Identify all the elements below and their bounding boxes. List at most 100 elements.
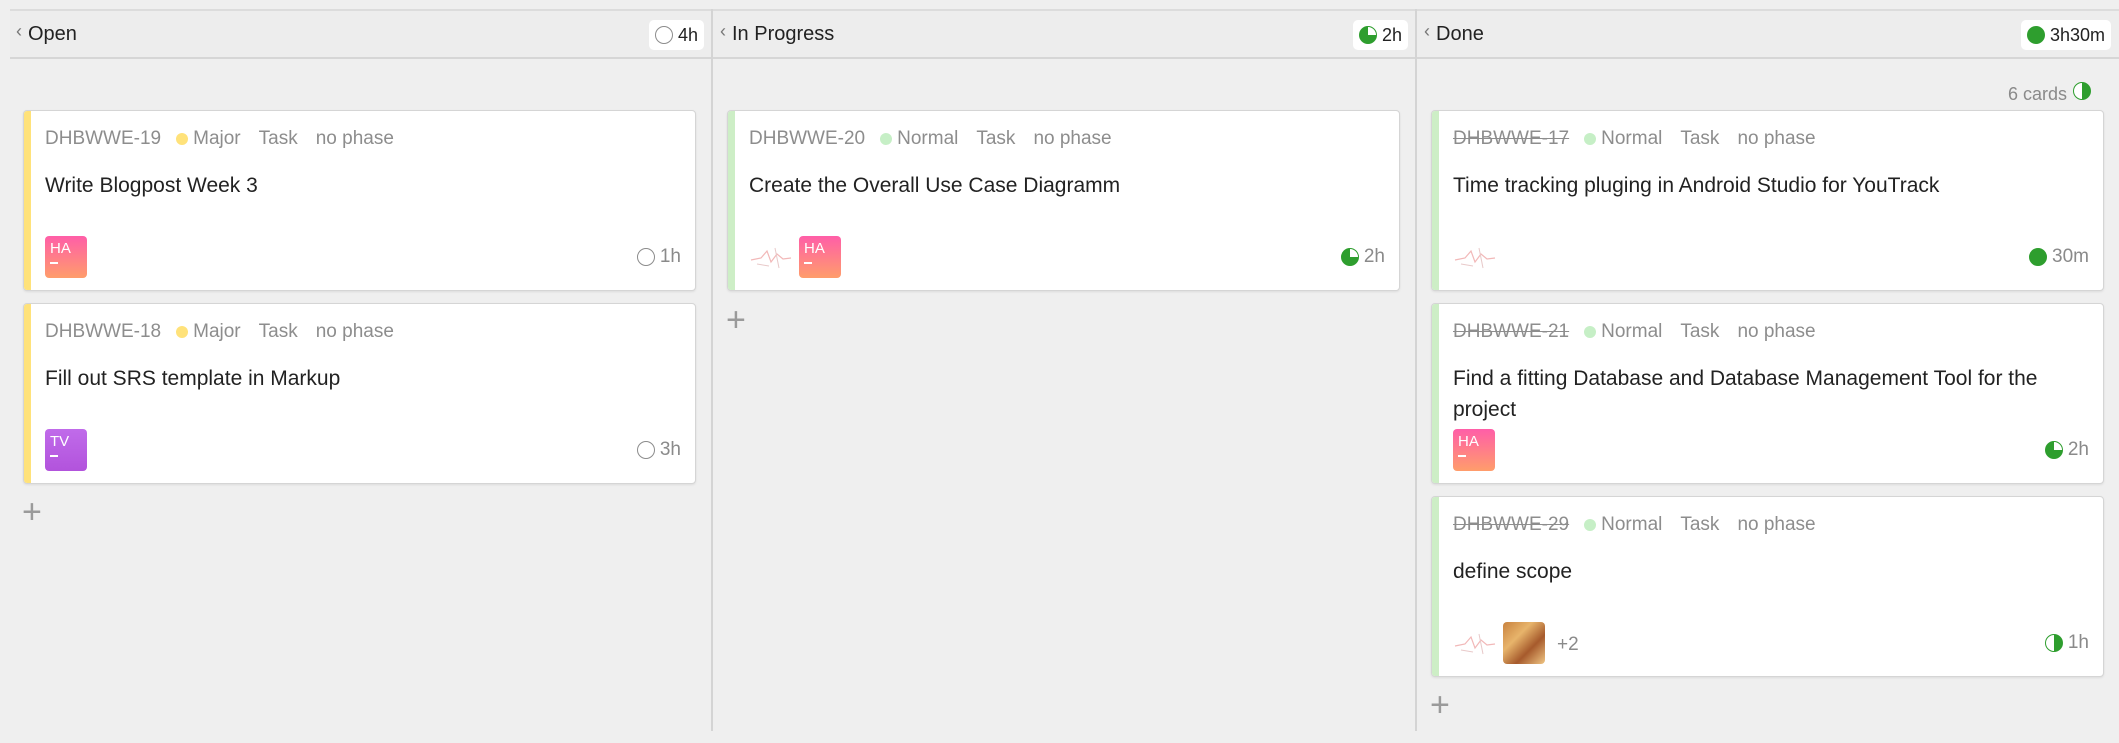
time-value: 1h	[659, 246, 681, 267]
priority-label[interactable]: Normal	[897, 128, 958, 150]
pie-full-icon	[2029, 248, 2048, 266]
issue-id[interactable]: DHBWWE-18	[45, 321, 161, 343]
photo-avatar[interactable]	[1503, 622, 1545, 664]
cards-count-label: 6 cards	[2007, 84, 2067, 104]
add-card-button[interactable]: +	[22, 495, 42, 529]
card-meta: DHBWWE-29 Normal Task no phase	[1453, 514, 1816, 536]
add-card-button[interactable]: +	[726, 303, 746, 337]
issue-summary[interactable]: Time tracking pluging in Android Studio …	[1453, 170, 2075, 201]
issue-summary[interactable]: Fill out SRS template in Markup	[45, 363, 667, 394]
column-estimate: 4h	[648, 20, 704, 50]
time-estimate: 2h	[1340, 246, 1385, 268]
issue-summary[interactable]: define scope	[1453, 556, 2075, 587]
time-value: 1h	[2067, 632, 2089, 653]
type-label[interactable]: Task	[259, 128, 298, 150]
avatar[interactable]: HA	[799, 236, 841, 278]
pie-empty-icon	[654, 26, 673, 44]
time-estimate: 2h	[2044, 439, 2089, 461]
avatar[interactable]: TV	[45, 429, 87, 471]
avatar-initials: HA	[1458, 433, 1479, 450]
issue-card[interactable]: DHBWWE-18 Major Task no phase Fill out S…	[23, 303, 696, 484]
card-stripe	[24, 111, 31, 290]
sketch-avatar-icon[interactable]	[749, 242, 793, 272]
assignees	[1453, 242, 1503, 278]
pie-empty-icon	[636, 248, 655, 266]
agile-board: ‹ Open 4h ‹ In Progress 2h ‹ Done 3h30m	[0, 0, 2119, 743]
column-divider	[711, 9, 713, 731]
issue-summary[interactable]: Write Blogpost Week 3	[45, 170, 667, 201]
card-meta: DHBWWE-19 Major Task no phase	[45, 128, 394, 150]
priority-label[interactable]: Normal	[1601, 514, 1662, 536]
issue-card[interactable]: DHBWWE-19 Major Task no phase Write Blog…	[23, 110, 696, 291]
pie-three-quarter-icon	[1358, 26, 1377, 44]
priority-label[interactable]: Normal	[1601, 128, 1662, 150]
chevron-left-icon[interactable]: ‹	[1424, 22, 1430, 40]
phase-label[interactable]: no phase	[1737, 128, 1815, 150]
sketch-avatar-icon[interactable]	[1453, 628, 1497, 658]
issue-id[interactable]: DHBWWE-21	[1453, 321, 1569, 343]
column-estimate: 2h	[1352, 20, 1408, 50]
priority-label[interactable]: Normal	[1601, 321, 1662, 343]
column-header-open[interactable]: ‹ Open 4h	[10, 11, 712, 57]
priority-dot-icon	[176, 133, 189, 145]
card-stripe	[1432, 304, 1439, 483]
avatar[interactable]: HA	[1453, 429, 1495, 471]
type-label[interactable]: Task	[1680, 128, 1719, 150]
phase-label[interactable]: no phase	[1033, 128, 1111, 150]
column-title: Done	[1436, 22, 1484, 45]
column-estimate-value: 3h30m	[2049, 24, 2105, 45]
issue-summary[interactable]: Create the Overall Use Case Diagramm	[749, 170, 1371, 201]
phase-label[interactable]: no phase	[316, 321, 394, 343]
add-card-button[interactable]: +	[1430, 688, 1450, 722]
time-estimate: 3h	[636, 439, 681, 461]
card-meta: DHBWWE-17 Normal Task no phase	[1453, 128, 1816, 150]
sketch-avatar-icon[interactable]	[1453, 242, 1497, 272]
phase-label[interactable]: no phase	[316, 128, 394, 150]
card-meta: DHBWWE-18 Major Task no phase	[45, 321, 394, 343]
priority-label[interactable]: Major	[193, 321, 241, 343]
avatar[interactable]: HA	[45, 236, 87, 278]
cards-count: 6 cards	[2007, 81, 2091, 105]
pie-half-icon	[2073, 81, 2091, 100]
time-estimate: 1h	[636, 246, 681, 268]
issue-card[interactable]: DHBWWE-21 Normal Task no phase Find a fi…	[1431, 303, 2104, 484]
column-estimate: 3h30m	[2020, 20, 2111, 50]
type-label[interactable]: Task	[976, 128, 1015, 150]
card-stripe	[1432, 497, 1439, 676]
type-label[interactable]: Task	[1680, 321, 1719, 343]
priority-dot-icon	[880, 133, 893, 145]
card-stripe	[24, 304, 31, 483]
time-estimate: 1h	[2044, 632, 2089, 654]
issue-id[interactable]: DHBWWE-20	[749, 128, 865, 150]
card-stripe	[1432, 111, 1439, 290]
priority-dot-icon	[1584, 133, 1597, 145]
priority-dot-icon	[1584, 519, 1597, 531]
chevron-left-icon[interactable]: ‹	[720, 22, 726, 40]
card-meta: DHBWWE-20 Normal Task no phase	[749, 128, 1112, 150]
phase-label[interactable]: no phase	[1737, 321, 1815, 343]
issue-id[interactable]: DHBWWE-17	[1453, 128, 1569, 150]
issue-card[interactable]: DHBWWE-20 Normal Task no phase Create th…	[727, 110, 1400, 291]
column-header-row: ‹ Open 4h ‹ In Progress 2h ‹ Done 3h30m	[10, 9, 2119, 59]
pie-three-quarter-icon	[2044, 441, 2063, 459]
assignees: HA	[1453, 429, 1505, 471]
priority-label[interactable]: Major	[193, 128, 241, 150]
issue-card[interactable]: DHBWWE-29 Normal Task no phase define sc…	[1431, 496, 2104, 677]
type-label[interactable]: Task	[259, 321, 298, 343]
card-meta: DHBWWE-21 Normal Task no phase	[1453, 321, 1816, 343]
issue-id[interactable]: DHBWWE-19	[45, 128, 161, 150]
phase-label[interactable]: no phase	[1737, 514, 1815, 536]
column-header-done[interactable]: ‹ Done 3h30m	[1418, 11, 2119, 57]
issue-id[interactable]: DHBWWE-29	[1453, 514, 1569, 536]
avatar-initials: TV	[50, 433, 70, 450]
pie-three-quarter-icon	[1340, 248, 1359, 266]
more-assignees[interactable]: +2	[1557, 634, 1579, 656]
column-header-in-progress[interactable]: ‹ In Progress 2h	[714, 11, 1416, 57]
pie-full-icon	[2026, 26, 2045, 44]
issue-summary[interactable]: Find a fitting Database and Database Man…	[1453, 363, 2075, 425]
type-label[interactable]: Task	[1680, 514, 1719, 536]
chevron-left-icon[interactable]: ‹	[16, 22, 22, 40]
issue-card[interactable]: DHBWWE-17 Normal Task no phase Time trac…	[1431, 110, 2104, 291]
pie-half-icon	[2044, 634, 2063, 652]
column-estimate-value: 2h	[1381, 24, 1402, 45]
